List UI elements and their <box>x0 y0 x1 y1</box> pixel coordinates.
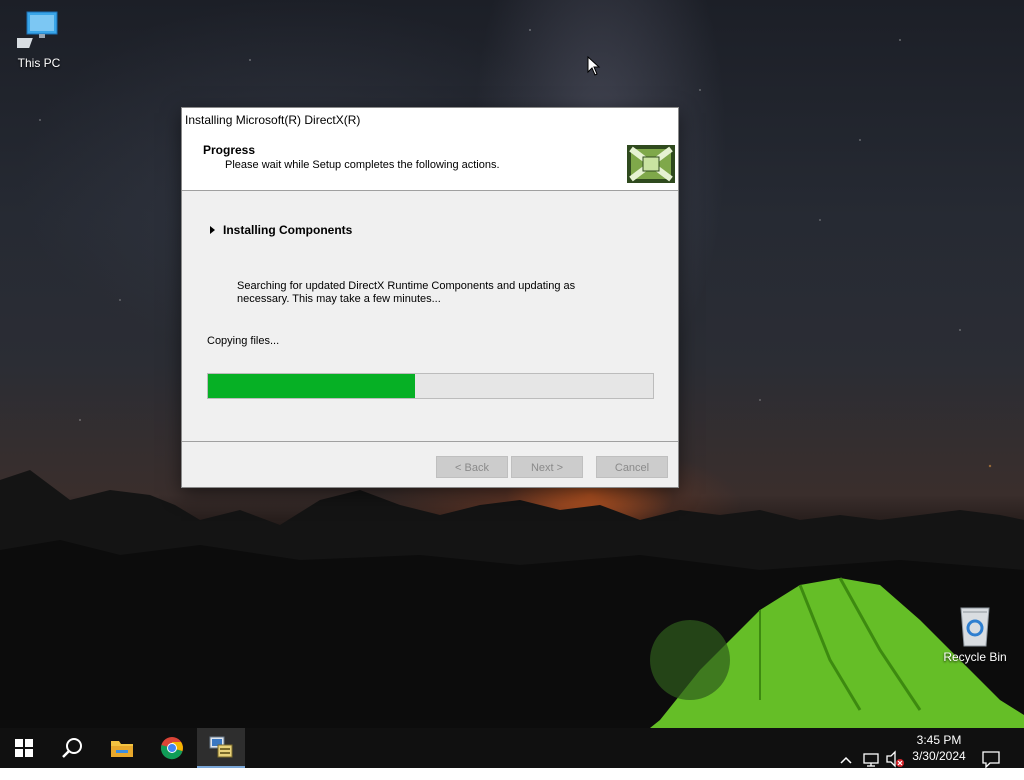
search-icon <box>62 738 82 758</box>
desktop-icon-this-pc[interactable]: This PC <box>4 10 74 70</box>
dialog-titlebar[interactable]: Installing Microsoft(R) DirectX(R) <box>182 108 678 132</box>
search-button[interactable] <box>48 728 96 768</box>
chrome-icon <box>160 737 183 760</box>
step-description: Searching for updated DirectX Runtime Co… <box>237 280 576 305</box>
mouse-cursor-icon <box>587 56 601 76</box>
directx-setup-dialog: Installing Microsoft(R) DirectX(R) Progr… <box>181 107 679 488</box>
directx-setup-icon <box>209 736 233 758</box>
cancel-button[interactable]: Cancel <box>596 456 668 478</box>
this-pc-icon <box>17 11 58 48</box>
recycle-bin-icon <box>960 607 990 647</box>
this-pc-label: This PC <box>17 56 61 70</box>
recycle-bin-label: Recycle Bin <box>943 650 1007 664</box>
taskbar: 3:45 PM 3/30/2024 <box>0 728 1024 769</box>
clock-time: 3:45 PM <box>916 733 962 747</box>
step-installing-components: Installing Components <box>210 223 352 237</box>
desktop-icon-recycle-bin[interactable]: Recycle Bin <box>940 604 1010 664</box>
file-explorer-button[interactable] <box>98 728 146 768</box>
notification-icon[interactable] <box>982 739 1000 779</box>
dialog-header: Progress Please wait while Setup complet… <box>182 132 678 191</box>
start-icon <box>15 739 33 757</box>
network-icon[interactable] <box>862 740 880 780</box>
back-button[interactable]: < Back <box>436 456 508 478</box>
chevron-up-icon[interactable] <box>839 740 853 780</box>
header-title: Progress <box>203 143 256 157</box>
step-label: Installing Components <box>223 223 353 237</box>
status-text: Copying files... <box>207 335 280 347</box>
start-button[interactable] <box>0 728 48 768</box>
dialog-title: Installing Microsoft(R) DirectX(R) <box>185 113 361 127</box>
progress-bar-fill <box>208 374 415 398</box>
system-clock[interactable]: 3:45 PM 3/30/2024 <box>904 732 974 764</box>
mountain-landscape <box>0 470 1024 728</box>
next-button[interactable]: Next > <box>511 456 583 478</box>
clock-date: 3/30/2024 <box>912 749 966 763</box>
progress-bar <box>207 373 654 399</box>
directx-logo-icon <box>627 145 675 183</box>
file-explorer-icon <box>111 741 133 757</box>
header-subtitle: Please wait while Setup completes the fo… <box>225 159 500 171</box>
volume-muted-icon[interactable] <box>885 739 905 779</box>
step-arrow-icon <box>210 226 215 234</box>
chrome-button[interactable] <box>148 728 196 768</box>
footer-divider <box>182 441 678 442</box>
directx-setup-taskbar-button[interactable] <box>197 728 245 768</box>
